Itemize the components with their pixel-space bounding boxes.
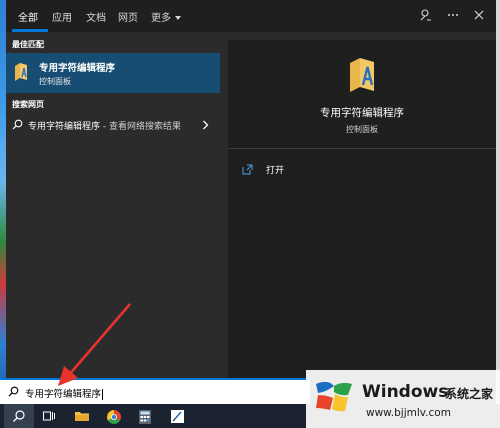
preview-title: 专用字符编辑程序 [320, 107, 404, 119]
search-query-text: 专用字符编辑程序 [25, 389, 102, 400]
tab-more[interactable]: 更多 [151, 9, 181, 24]
close-icon[interactable] [472, 8, 486, 22]
folder-font-icon [350, 58, 374, 92]
search-input-value: 专用字符编辑程序 [25, 386, 104, 400]
open-icon [242, 164, 253, 175]
best-match-heading: 最佳匹配 [12, 40, 44, 49]
search-icon [13, 410, 25, 422]
calculator-icon [139, 410, 151, 424]
web-search-text: 专用字符编辑程序 - 查看网络搜索结果 [28, 119, 181, 132]
taskbar-file-explorer[interactable] [66, 404, 96, 428]
windows-logo-icon [316, 381, 352, 412]
watermark-url: www.bjjmlv.com [366, 407, 451, 419]
file-explorer-icon [75, 412, 89, 421]
tab-more-label: 更多 [151, 13, 171, 24]
search-icon [12, 119, 23, 130]
text-caret [102, 389, 104, 400]
chevron-down-icon [175, 16, 181, 20]
web-search-query: 专用字符编辑程序 [28, 122, 101, 132]
watermark-cn: 系统之家 [445, 387, 494, 401]
task-view-icon [43, 411, 55, 421]
search-input[interactable]: 专用字符编辑程序 [0, 378, 310, 404]
open-action-label: 打开 [266, 166, 285, 176]
tab-web[interactable]: 网页 [118, 9, 138, 24]
best-match-subtitle: 控制面板 [39, 77, 71, 86]
preview-pane: 专用字符编辑程序 控制面板 打开 [228, 40, 496, 378]
preview-subtitle: 控制面板 [346, 125, 378, 134]
web-search-item[interactable]: 专用字符编辑程序 - 查看网络搜索结果 [6, 114, 220, 136]
taskbar-search-button[interactable] [4, 404, 34, 428]
more-options-icon[interactable] [446, 8, 460, 22]
start-search-panel: 全部 应用 文档 网页 更多 最佳匹配 专用字符编辑程序 控制面板 搜索网页 专… [6, 0, 496, 378]
folder-font-icon [15, 63, 27, 81]
web-search-heading: 搜索网页 [12, 100, 44, 109]
tab-apps[interactable]: 应用 [52, 9, 72, 24]
web-search-suffix: - 查看网络搜索结果 [100, 122, 181, 132]
chrome-icon [107, 410, 121, 424]
notepad-icon [171, 410, 184, 423]
watermark: Windows 系统之家 www.bjjmlv.com [306, 370, 500, 428]
search-filter-bar: 全部 应用 文档 网页 更多 [6, 0, 496, 32]
desktop-background-right [496, 0, 500, 404]
taskbar-calculator[interactable] [130, 404, 160, 428]
best-match-item[interactable]: 专用字符编辑程序 控制面板 [6, 53, 220, 93]
chevron-right-icon[interactable] [202, 120, 209, 130]
feedback-icon[interactable] [419, 8, 433, 22]
watermark-brand: Windows [362, 382, 449, 402]
tab-documents[interactable]: 文档 [86, 9, 106, 24]
best-match-title: 专用字符编辑程序 [39, 63, 116, 74]
taskbar-task-view[interactable] [34, 404, 64, 428]
results-list: 最佳匹配 专用字符编辑程序 控制面板 搜索网页 专用字符编辑程序 - 查看网络搜… [6, 32, 222, 378]
preview-divider [228, 148, 496, 149]
taskbar-notepad[interactable] [162, 404, 192, 428]
tab-all[interactable]: 全部 [18, 9, 38, 24]
search-icon [8, 386, 19, 397]
taskbar-chrome[interactable] [98, 404, 128, 428]
